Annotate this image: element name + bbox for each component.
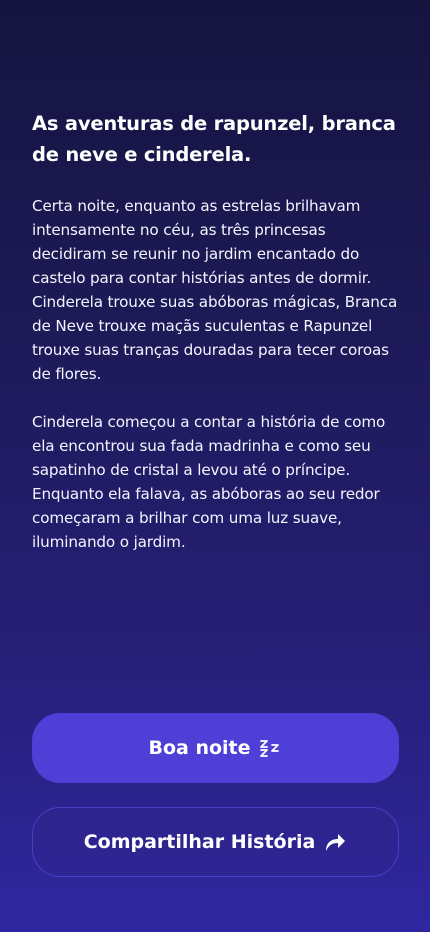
share-story-button[interactable]: Compartilhar História bbox=[32, 807, 399, 877]
story-content: As aventuras de rapunzel, branca de neve… bbox=[32, 108, 404, 578]
story-paragraph: Certa noite, enquanto as estrelas brilha… bbox=[32, 197, 398, 383]
story-paragraph: Cinderela começou a contar a história de… bbox=[32, 413, 386, 551]
story-title: As aventuras de rapunzel, branca de neve… bbox=[32, 112, 396, 166]
goodnight-button[interactable]: Boa noite bbox=[32, 713, 399, 783]
share-arrow-icon bbox=[323, 831, 347, 853]
share-story-button-label: Compartilhar História bbox=[83, 831, 316, 853]
sleep-zzz-icon bbox=[259, 737, 283, 759]
story-body: Certa noite, enquanto as estrelas brilha… bbox=[32, 194, 404, 554]
goodnight-button-label: Boa noite bbox=[148, 737, 251, 759]
